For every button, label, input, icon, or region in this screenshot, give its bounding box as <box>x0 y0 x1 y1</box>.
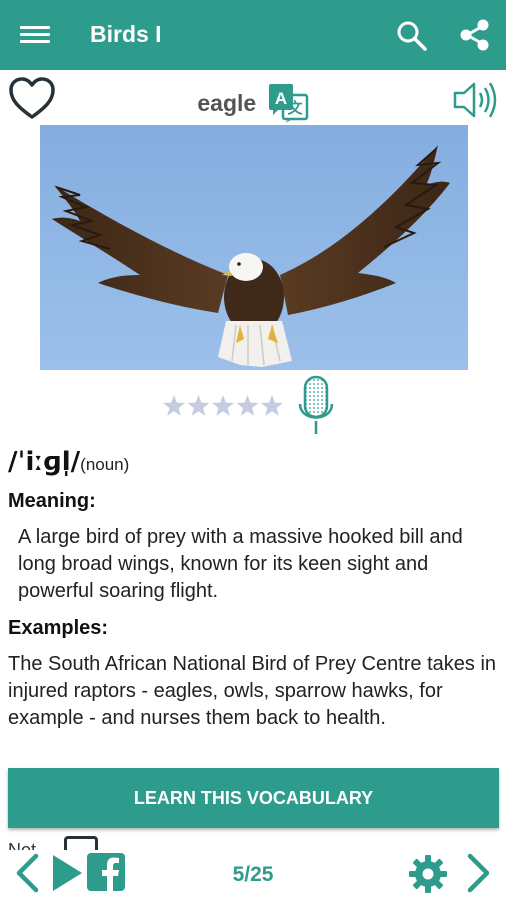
speaker-icon[interactable] <box>452 78 504 122</box>
learn-vocabulary-button[interactable]: LEARN THIS VOCABULARY <box>8 768 499 828</box>
microphone-icon[interactable] <box>296 374 336 438</box>
part-of-speech: (noun) <box>80 455 130 474</box>
settings-gear-icon[interactable] <box>408 854 448 894</box>
translate-icon[interactable]: 文 A <box>267 82 309 124</box>
meaning-text: A large bird of prey with a massive hook… <box>18 526 463 602</box>
peek-text: Not <box>8 840 37 850</box>
word-title: eagle <box>197 89 257 116</box>
share-icon[interactable] <box>458 18 492 52</box>
next-chevron-icon[interactable] <box>464 852 494 894</box>
app-title: Birds I <box>90 21 162 47</box>
star-icon[interactable] <box>212 395 234 416</box>
menu-icon[interactable] <box>20 22 50 48</box>
star-icon[interactable] <box>163 395 185 416</box>
rating-stars[interactable] <box>162 392 286 420</box>
ipa-text: /ˈiːɡl̩/ <box>8 447 81 477</box>
word-header: eagle 文 A <box>0 82 506 124</box>
examples-label: Examples: <box>8 617 109 639</box>
note-icon[interactable] <box>64 836 98 850</box>
app-bar: Birds I <box>0 0 506 70</box>
bottom-bar: 5/25 <box>0 850 506 900</box>
examples-text: The South African National Bird of Prey … <box>8 653 497 729</box>
search-icon[interactable] <box>396 20 428 52</box>
pronunciation: /ˈiːɡl̩/(noun) <box>8 447 129 477</box>
star-icon[interactable] <box>187 395 210 416</box>
svg-text:A: A <box>275 89 287 108</box>
star-icon[interactable] <box>236 395 259 416</box>
next-section-peek: Not <box>8 836 128 850</box>
meaning-label: Meaning: <box>8 490 96 512</box>
star-icon[interactable] <box>261 395 283 416</box>
word-image <box>40 125 468 370</box>
